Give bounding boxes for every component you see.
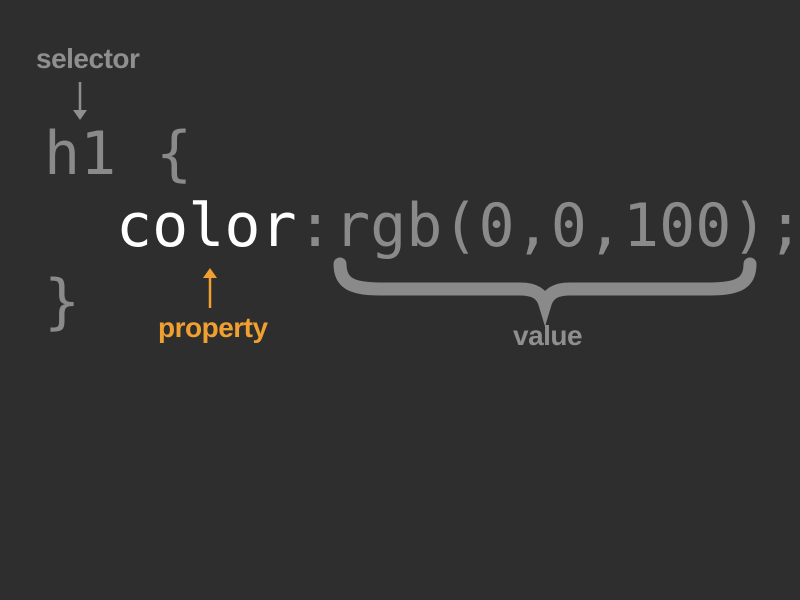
value-code: rgb(0,0,100); [334,191,800,261]
value-brace-icon [333,257,757,327]
property-code: color [116,191,297,261]
value-label: value [513,320,583,351]
open-brace: { [156,119,193,189]
property-arrow-icon [203,268,217,308]
css-anatomy-diagram: selector h1 { color : rgb(0,0,100); } pr… [0,0,800,600]
colon-code: : [297,191,334,261]
selector-label: selector [36,43,140,74]
close-brace: } [44,267,81,337]
selector-code: h1 [44,119,117,189]
property-label: property [158,312,268,343]
selector-arrow-icon [73,82,87,120]
